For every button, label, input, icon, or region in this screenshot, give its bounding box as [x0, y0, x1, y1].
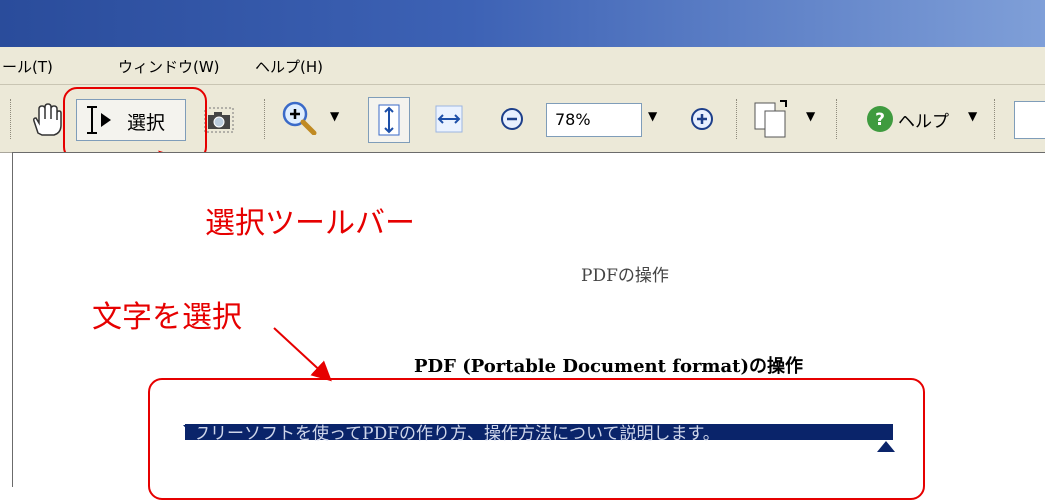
zoom-level-input[interactable]: 78% — [546, 103, 642, 137]
svg-text:?: ? — [875, 110, 885, 130]
toolbar-grip — [994, 99, 998, 139]
toolbar-grip — [736, 99, 740, 139]
toolbar-grip — [264, 99, 268, 139]
menu-bar: ール(T) ウィンドウ(W) ヘルプ(H) — [0, 47, 1045, 85]
window-titlebar — [0, 0, 1045, 47]
text-select-annotation-label: 文字を選択 — [92, 300, 242, 335]
menu-window[interactable]: ウィンドウ(W) — [118, 56, 220, 77]
help-icon[interactable]: ? — [866, 105, 894, 137]
fit-page-icon — [378, 104, 400, 136]
text-selection-callout — [148, 378, 925, 500]
page-title: PDFの操作 — [581, 266, 669, 286]
menu-help[interactable]: ヘルプ(H) — [255, 56, 323, 77]
fit-page-button[interactable] — [368, 97, 410, 143]
page-layout-icon[interactable] — [752, 99, 792, 143]
annotation-arrow — [273, 327, 332, 382]
zoom-out-icon[interactable] — [500, 107, 524, 135]
zoom-level-value: 78% — [555, 110, 591, 129]
help-label[interactable]: ヘルプ — [898, 107, 949, 132]
toolbar-grip — [836, 99, 840, 139]
chevron-down-icon[interactable]: ▼ — [968, 109, 977, 123]
chevron-down-icon[interactable]: ▼ — [806, 109, 815, 123]
search-input[interactable] — [1014, 101, 1045, 139]
zoom-in-icon[interactable] — [690, 107, 714, 135]
chevron-down-icon[interactable]: ▼ — [330, 109, 339, 123]
fit-width-icon[interactable] — [434, 105, 464, 137]
toolbar-grip — [10, 99, 14, 139]
toolbar-annotation-label: 選択ツールバー — [205, 206, 415, 241]
hand-tool-icon[interactable] — [28, 103, 64, 141]
zoom-in-tool-icon[interactable] — [282, 101, 318, 139]
document-heading: PDF (Portable Document format)の操作 — [414, 356, 803, 377]
chevron-down-icon[interactable]: ▼ — [648, 109, 657, 123]
menu-tools[interactable]: ール(T) — [2, 56, 53, 77]
snapshot-tool-icon[interactable] — [204, 107, 234, 137]
